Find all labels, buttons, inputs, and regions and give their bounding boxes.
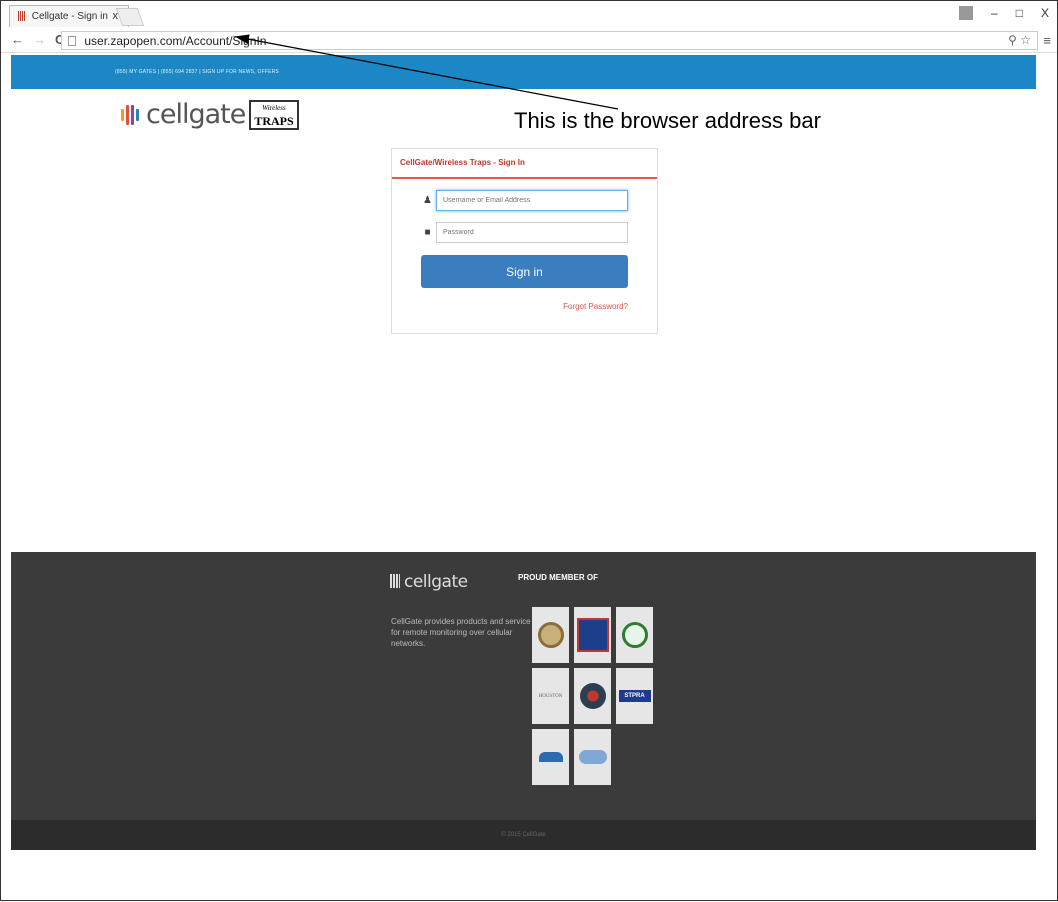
close-window-button[interactable]: X	[1041, 6, 1049, 20]
browser-tab[interactable]: Cellgate - Sign in x	[9, 5, 129, 27]
forgot-password-link[interactable]: Forgot Password?	[563, 302, 628, 311]
cellgate-waves-icon	[119, 104, 141, 125]
annotation-text: This is the browser address bar	[514, 108, 821, 133]
member-badge-houston[interactable]: HOUSTON	[532, 668, 569, 724]
favicon-icon	[18, 11, 26, 22]
member-badge-building[interactable]	[532, 729, 569, 785]
back-arrow-icon[interactable]: ←	[11, 32, 24, 47]
member-badge-association[interactable]	[574, 607, 611, 663]
username-field: ♟	[422, 190, 628, 211]
site-topbar: (855) MY GATES | (855) 694 2837 | SIGN U…	[11, 55, 1036, 89]
footer-logo: cellgate	[390, 572, 468, 592]
member-badge-dc[interactable]	[574, 729, 611, 785]
logo-text: cellgate	[146, 99, 246, 130]
address-bar[interactable]: user.zapopen.com/Account/SignIn ⚲ ☆	[61, 31, 1038, 50]
browser-tabstrip: Cellgate - Sign in x – □ X	[1, 1, 1057, 28]
site-footer: cellgate CellGate provides products and …	[11, 552, 1036, 820]
member-badges: HOUSTON STPRA	[532, 607, 654, 785]
password-input[interactable]	[436, 222, 628, 243]
window-controls: – □ X	[959, 6, 1049, 20]
wireless-traps-logo: Wireless TRAPS	[249, 99, 299, 130]
lock-icon: ■	[424, 227, 431, 238]
member-badge-seal-1[interactable]	[532, 607, 569, 663]
profile-icon[interactable]	[959, 6, 974, 20]
password-field: ■	[422, 222, 628, 243]
forward-arrow-icon[interactable]: →	[33, 32, 46, 47]
minimize-button[interactable]: –	[991, 6, 998, 20]
user-icon: ♟	[423, 195, 432, 206]
zoom-star-icons[interactable]: ⚲ ☆	[1008, 33, 1031, 47]
nav-buttons: ← → C	[11, 32, 64, 47]
sign-in-button[interactable]: Sign in	[421, 255, 628, 288]
tab-title: Cellgate - Sign in	[31, 11, 108, 22]
copyright-text: © 2015 CellGate	[11, 820, 1036, 850]
footer-description: CellGate provides products and service f…	[391, 617, 531, 648]
login-panel: CellGate/Wireless Traps - Sign In ♟ ■ Si…	[391, 148, 658, 334]
member-badge-seal-2[interactable]	[616, 607, 653, 663]
menu-icon[interactable]: ≡	[1043, 33, 1051, 48]
username-input[interactable]	[436, 190, 628, 211]
cellgate-waves-icon	[390, 574, 400, 588]
site-logo[interactable]: cellgate Wireless TRAPS	[119, 99, 299, 130]
restore-button[interactable]: □	[1016, 6, 1023, 20]
topbar-contact-text[interactable]: (855) MY GATES | (855) 694 2837 | SIGN U…	[115, 69, 279, 75]
member-badge-seal-3[interactable]	[574, 668, 611, 724]
member-badge-stpra[interactable]: STPRA	[616, 668, 653, 724]
login-title: CellGate/Wireless Traps - Sign In	[392, 149, 657, 179]
screenshot-frame: Cellgate - Sign in x – □ X ← → C user.za…	[0, 0, 1058, 901]
page-icon	[68, 36, 76, 46]
member-heading: PROUD MEMBER OF	[518, 573, 598, 582]
address-bar-url: user.zapopen.com/Account/SignIn	[84, 34, 267, 48]
browser-toolbar: ← → C user.zapopen.com/Account/SignIn ⚲ …	[1, 28, 1057, 53]
